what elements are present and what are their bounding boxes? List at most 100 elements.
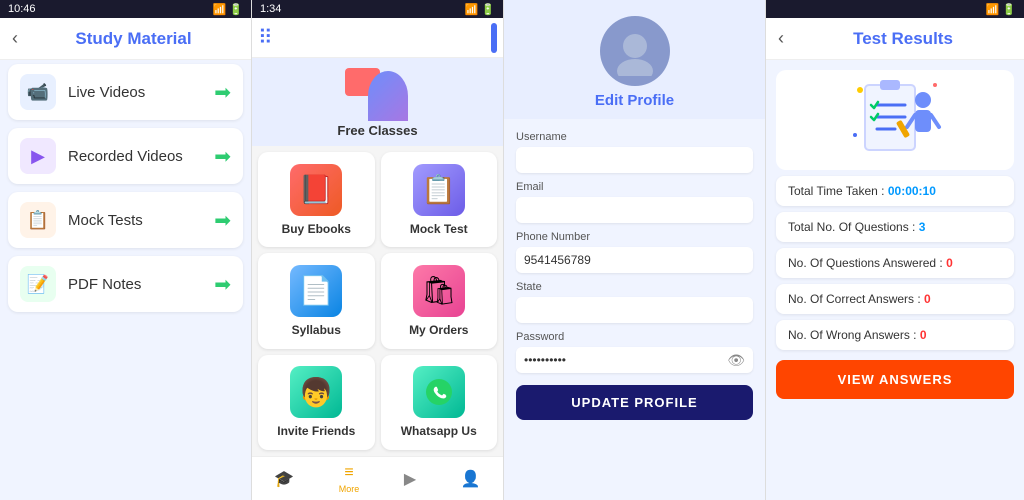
phone-input[interactable] bbox=[516, 247, 753, 273]
panel2-header: ⠿ bbox=[252, 18, 503, 58]
my-orders-icon: 🛍 bbox=[413, 265, 465, 317]
free-classes-banner[interactable]: Free Classes bbox=[252, 58, 503, 146]
view-answers-button[interactable]: VIEW ANSWERS bbox=[776, 360, 1014, 399]
free-classes-image bbox=[343, 66, 413, 121]
phone-label: Phone Number bbox=[516, 231, 753, 243]
username-label: Username bbox=[516, 131, 753, 143]
syllabus-label: Syllabus bbox=[292, 323, 341, 337]
statusbar-4: 📶 🔋 bbox=[766, 0, 1024, 18]
result-correct: No. Of Correct Answers : 0 bbox=[776, 284, 1014, 314]
grid-item-syllabus[interactable]: 📄 Syllabus bbox=[258, 253, 375, 348]
result-illustration bbox=[776, 70, 1014, 170]
pdf-notes-arrow: ➡ bbox=[214, 272, 231, 297]
statusbar-1: 10:46 📶 🔋 bbox=[0, 0, 251, 18]
invite-friends-icon: 👦 bbox=[290, 366, 342, 418]
result-correct-value: 0 bbox=[924, 292, 931, 306]
mock-tests-arrow: ➡ bbox=[214, 208, 231, 233]
update-profile-button[interactable]: UPDATE PROFILE bbox=[516, 385, 753, 420]
back-button-4[interactable]: ‹ bbox=[778, 28, 784, 49]
test-results-title: Test Results bbox=[794, 29, 1012, 49]
result-svg bbox=[845, 75, 945, 165]
menu-grid: 📕 Buy Ebooks 📋 Mock Test 📄 Syllabus 🛍 My… bbox=[252, 146, 503, 456]
grid-item-mock-test[interactable]: 📋 Mock Test bbox=[381, 152, 498, 247]
nav-videos[interactable]: ▶ bbox=[404, 469, 416, 489]
panel4-header: ‹ Test Results bbox=[766, 18, 1024, 60]
live-videos-arrow: ➡ bbox=[214, 80, 231, 105]
status-icons-4: 📶 🔋 bbox=[986, 3, 1016, 16]
password-input[interactable] bbox=[516, 347, 753, 373]
pdf-notes-icon: 📝 bbox=[20, 266, 56, 302]
status-icons-2: 📶 🔋 bbox=[465, 3, 495, 16]
free-classes-label: Free Classes bbox=[337, 123, 417, 138]
result-time: Total Time Taken : 00:00:10 bbox=[776, 176, 1014, 206]
panel-test-results: 📶 🔋 ‹ Test Results bbox=[766, 0, 1024, 500]
pdf-notes-label: PDF Notes bbox=[68, 276, 202, 293]
nav-profile-small[interactable]: 👤 bbox=[461, 469, 481, 489]
menu-item-pdf-notes[interactable]: 📝 PDF Notes ➡ bbox=[8, 256, 243, 312]
recorded-videos-arrow: ➡ bbox=[214, 144, 231, 169]
result-answered-value: 0 bbox=[946, 256, 953, 270]
status-icons-1: 📶 🔋 bbox=[213, 3, 243, 16]
my-orders-label: My Orders bbox=[409, 323, 468, 337]
result-time-label: Total Time Taken : bbox=[788, 184, 885, 198]
nav-profile-icon-small: 👤 bbox=[461, 469, 481, 489]
result-correct-label: No. Of Correct Answers : bbox=[788, 292, 921, 306]
result-total-questions: Total No. Of Questions : 3 bbox=[776, 212, 1014, 242]
nav-home[interactable]: 🎓 bbox=[274, 469, 294, 489]
result-wrong-value: 0 bbox=[920, 328, 927, 342]
panel1-title: Study Material bbox=[28, 29, 239, 49]
menu-item-live-videos[interactable]: 📹 Live Videos ➡ bbox=[8, 64, 243, 120]
mock-tests-icon: 📋 bbox=[20, 202, 56, 238]
back-button-1[interactable]: ‹ bbox=[12, 28, 18, 49]
statusbar-2: 1:34 📶 🔋 bbox=[252, 0, 503, 18]
result-time-value: 00:00:10 bbox=[888, 184, 936, 198]
panel1-header: ‹ Study Material bbox=[0, 18, 251, 60]
mock-test-icon: 📋 bbox=[413, 164, 465, 216]
panel-indicator bbox=[491, 23, 497, 53]
edit-profile-title: Edit Profile bbox=[595, 92, 674, 109]
toggle-password-icon[interactable]: 👁 bbox=[727, 352, 745, 369]
whatsapp-us-label: Whatsapp Us bbox=[401, 424, 477, 438]
email-label: Email bbox=[516, 181, 753, 193]
email-input[interactable] bbox=[516, 197, 753, 223]
nav-more-label: More bbox=[339, 484, 360, 494]
state-label: State bbox=[516, 281, 753, 293]
panel-edit-profile: Edit Profile Username Email Phone Number… bbox=[504, 0, 766, 500]
panel-menu-grid: 1:34 📶 🔋 ⠿ Free Classes 📕 Buy Ebooks 📋 M… bbox=[252, 0, 504, 500]
result-wrong: No. Of Wrong Answers : 0 bbox=[776, 320, 1014, 350]
recorded-videos-label: Recorded Videos bbox=[68, 148, 202, 165]
password-field-wrapper: 👁 bbox=[516, 347, 753, 373]
nav-home-icon: 🎓 bbox=[274, 469, 294, 489]
test-results-body: Total Time Taken : 00:00:10 Total No. Of… bbox=[766, 60, 1024, 500]
recorded-videos-icon: ▶ bbox=[20, 138, 56, 174]
mock-tests-label: Mock Tests bbox=[68, 212, 202, 229]
menu-item-recorded-videos[interactable]: ▶ Recorded Videos ➡ bbox=[8, 128, 243, 184]
nav-more[interactable]: ≡ More bbox=[339, 464, 360, 494]
panel-study-material: 10:46 📶 🔋 ‹ Study Material 📹 Live Videos… bbox=[0, 0, 252, 500]
username-input[interactable] bbox=[516, 147, 753, 173]
state-input[interactable] bbox=[516, 297, 753, 323]
result-total-q-label: Total No. Of Questions : bbox=[788, 220, 915, 234]
grid-item-invite-friends[interactable]: 👦 Invite Friends bbox=[258, 355, 375, 450]
avatar bbox=[600, 16, 670, 86]
grid-item-my-orders[interactable]: 🛍 My Orders bbox=[381, 253, 498, 348]
buy-ebooks-icon: 📕 bbox=[290, 164, 342, 216]
whatsapp-us-icon bbox=[413, 366, 465, 418]
result-total-q-value: 3 bbox=[919, 220, 926, 234]
nav-more-icon: ≡ bbox=[344, 464, 353, 482]
result-wrong-label: No. Of Wrong Answers : bbox=[788, 328, 917, 342]
result-answered-label: No. Of Questions Answered : bbox=[788, 256, 943, 270]
result-answered: No. Of Questions Answered : 0 bbox=[776, 248, 1014, 278]
buy-ebooks-label: Buy Ebooks bbox=[282, 222, 351, 236]
avatar-section: Edit Profile bbox=[504, 0, 765, 119]
grid-item-whatsapp-us[interactable]: Whatsapp Us bbox=[381, 355, 498, 450]
status-time-1: 10:46 bbox=[8, 3, 36, 15]
syllabus-icon: 📄 bbox=[290, 265, 342, 317]
mock-test-label: Mock Test bbox=[410, 222, 468, 236]
nav-videos-icon: ▶ bbox=[404, 469, 416, 489]
password-label: Password bbox=[516, 331, 753, 343]
grid-dots-icon: ⠿ bbox=[258, 25, 273, 50]
grid-item-buy-ebooks[interactable]: 📕 Buy Ebooks bbox=[258, 152, 375, 247]
menu-item-mock-tests[interactable]: 📋 Mock Tests ➡ bbox=[8, 192, 243, 248]
bottom-nav: 🎓 ≡ More ▶ 👤 bbox=[252, 456, 503, 500]
